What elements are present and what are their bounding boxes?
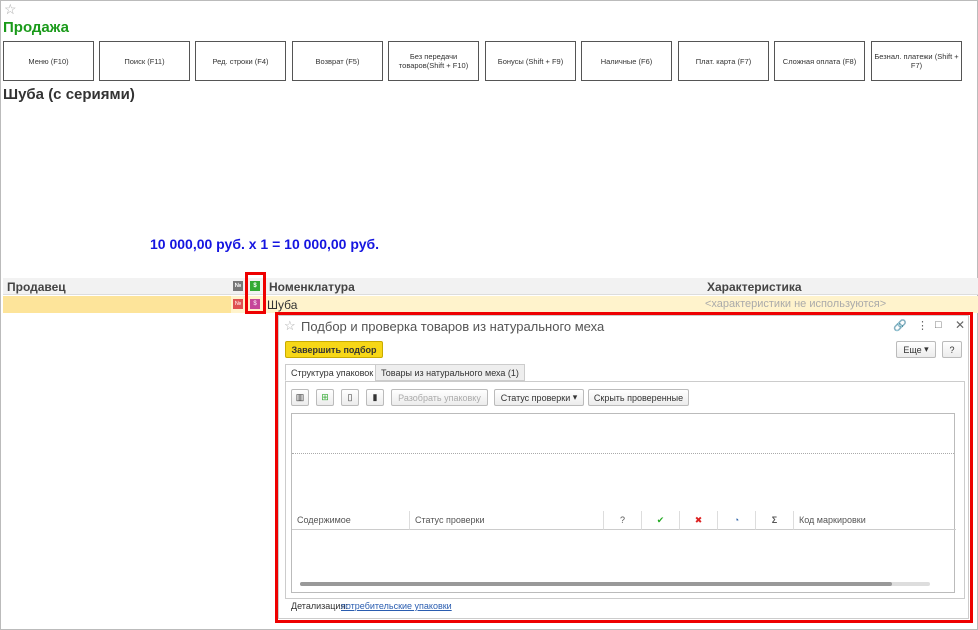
card-button[interactable]: Плат. карта (F7) <box>678 41 769 81</box>
cell-seller[interactable] <box>3 296 231 313</box>
price-line: 10 000,00 руб. x 1 = 10 000,00 руб. <box>150 236 380 252</box>
header-nomenclature[interactable]: Номенклатура <box>265 278 703 295</box>
edit-row-button[interactable]: Ред. строки (F4) <box>195 41 286 81</box>
item-subtitle: Шуба (с сериями) <box>3 86 135 103</box>
check-status-button[interactable]: Статус проверки ▾ <box>494 389 584 406</box>
no-transfer-button[interactable]: Без передачи товаров(Shift + F10) <box>388 41 479 81</box>
tab-panel: ▥ ⊞ ▯ ▮ Разобрать упаковку Статус провер… <box>285 381 965 611</box>
page-title: Продажа <box>3 19 69 36</box>
barcode-search-icon[interactable]: ▥ <box>291 389 309 406</box>
col-marking-code[interactable]: Код маркировки <box>794 511 956 530</box>
tab-fur-goods[interactable]: Товары из натурального меха (1) <box>375 364 525 381</box>
number-icon: № <box>233 299 243 309</box>
dialog-fur-selection: ☆ Подбор и проверка товаров из натуральн… <box>278 315 969 619</box>
unpack-button[interactable]: Разобрать упаковку <box>391 389 488 406</box>
menu-button[interactable]: Меню (F10) <box>3 41 94 81</box>
close-icon[interactable]: ✕ <box>955 318 965 332</box>
dialog-title: Подбор и проверка товаров из натуральног… <box>301 319 605 334</box>
number-icon: № <box>233 281 243 291</box>
scanner-export-icon[interactable]: ▮ <box>366 389 384 406</box>
more-label: Еще <box>903 344 922 355</box>
favorite-star-icon[interactable]: ☆ <box>4 1 17 18</box>
contents-grid: Содержимое Статус проверки ? ✔ ✖ ◔ Σ Код… <box>291 413 956 593</box>
col-check-status[interactable]: Статус проверки <box>410 511 604 530</box>
more-vert-icon[interactable]: ⋮ <box>917 319 928 332</box>
col-error-icon[interactable]: ✖ <box>680 511 718 530</box>
cash-button[interactable]: Наличные (F6) <box>581 41 672 81</box>
horizontal-scrollbar[interactable] <box>300 582 930 586</box>
cashless-button[interactable]: Безнал. платежи (Shift + F7) <box>871 41 962 81</box>
bonuses-button[interactable]: Бонусы (Shift + F9) <box>485 41 576 81</box>
grid-row[interactable] <box>292 433 954 454</box>
scrollbar-thumb[interactable] <box>300 582 893 586</box>
add-icon[interactable]: ⊞ <box>316 389 334 406</box>
check-status-label: Статус проверки <box>500 392 571 403</box>
finish-selection-button[interactable]: Завершить подбор <box>285 341 383 358</box>
link-icon[interactable]: 🔗 <box>893 319 907 332</box>
favorite-star-icon[interactable]: ☆ <box>284 318 296 334</box>
highlight-box <box>245 272 266 314</box>
detail-label: Детализация: <box>291 601 348 611</box>
header-seller[interactable]: Продавец <box>3 278 231 295</box>
col-pending-icon[interactable]: ◔ <box>718 511 756 530</box>
help-button[interactable]: ? <box>942 341 962 358</box>
cell-characteristic[interactable]: <характеристики не используются> <box>703 296 978 313</box>
col-contents[interactable]: Содержимое <box>292 511 410 530</box>
header-extra <box>963 278 978 295</box>
return-button[interactable]: Возврат (F5) <box>292 41 383 81</box>
col-ok-icon[interactable]: ✔ <box>642 511 680 530</box>
maximize-icon[interactable]: □ <box>935 319 942 331</box>
tab-package-structure[interactable]: Структура упаковок <box>285 364 380 381</box>
detail-link[interactable]: потребительские упаковки <box>341 601 452 611</box>
complex-payment-button[interactable]: Сложная оплата (F8) <box>774 41 865 81</box>
more-button[interactable]: Еще ▾ <box>896 341 936 358</box>
col-question[interactable]: ? <box>604 511 642 530</box>
cell-nomenclature[interactable]: Шуба <box>265 296 703 313</box>
header-characteristic[interactable]: Характеристика <box>703 278 963 295</box>
col-sum-icon[interactable]: Σ <box>756 511 794 530</box>
search-button[interactable]: Поиск (F11) <box>99 41 190 81</box>
scanner-icon[interactable]: ▯ <box>341 389 359 406</box>
hide-checked-button[interactable]: Скрыть проверенные <box>588 389 689 406</box>
